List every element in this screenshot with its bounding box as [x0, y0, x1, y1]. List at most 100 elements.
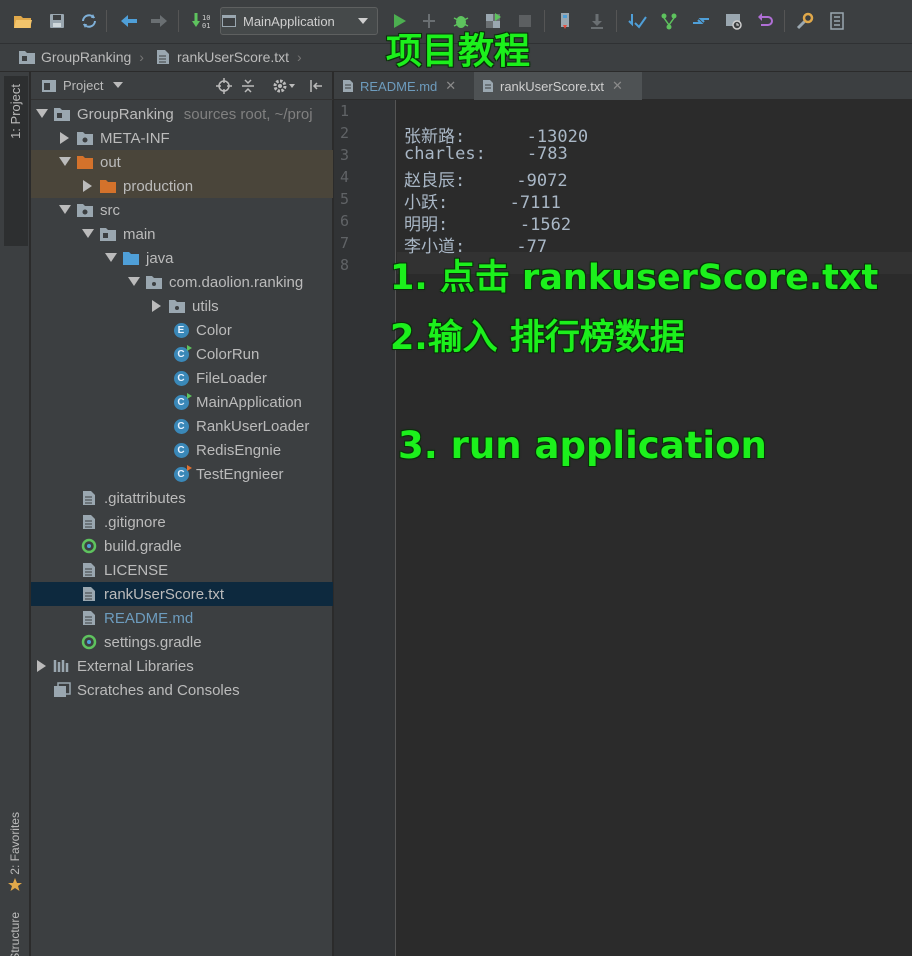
- tree-node-file[interactable]: LICENSE: [31, 558, 333, 582]
- tree-node-meta-inf[interactable]: META-INF: [31, 126, 333, 150]
- tree-node-utils[interactable]: utils: [31, 294, 333, 318]
- tree-node-label: META-INF: [100, 129, 170, 147]
- close-icon[interactable]: ✕: [612, 78, 623, 94]
- vcs-commit-icon[interactable]: [656, 8, 682, 34]
- scratches-icon: [53, 682, 71, 698]
- open-icon[interactable]: [10, 8, 36, 34]
- tree-node-label: Scratches and Consoles: [77, 681, 240, 699]
- tree-node-file-selected[interactable]: rankUserScore.txt: [31, 582, 333, 606]
- text-file-icon: [483, 80, 493, 92]
- build-icon[interactable]: 10 01: [188, 8, 214, 34]
- history-icon[interactable]: [720, 8, 746, 34]
- collapsed-arrow-icon: [35, 659, 49, 673]
- vcs-push-icon[interactable]: [688, 8, 714, 34]
- tree-node-class[interactable]: C TestEngnieer: [31, 462, 333, 486]
- structure-tool-tab-label: Structure: [8, 912, 22, 956]
- tutorial-step-3: 3. run application: [398, 424, 767, 467]
- forward-icon[interactable]: [146, 8, 172, 34]
- tree-node-label: LICENSE: [104, 561, 169, 579]
- collapse-all-icon[interactable]: [239, 77, 257, 95]
- run-configuration-select[interactable]: MainApplication: [220, 7, 378, 35]
- revert-icon[interactable]: [752, 8, 778, 34]
- favorites-tool-tab-label: 2: Favorites: [8, 812, 22, 875]
- download-icon[interactable]: [584, 8, 610, 34]
- tree-node-class[interactable]: C MainApplication: [31, 390, 333, 414]
- structure-icon[interactable]: [824, 8, 850, 34]
- line-number: 6: [340, 212, 350, 230]
- tab-label: rankUserScore.txt: [500, 78, 605, 94]
- tree-node-file[interactable]: build.gradle: [31, 534, 333, 558]
- line-number: 1: [340, 102, 350, 120]
- breadcrumb-file[interactable]: rankUserScore.txt ›: [156, 49, 302, 65]
- structure-tool-tab[interactable]: Structure: [0, 912, 30, 956]
- tree-node-class[interactable]: C RankUserLoader: [31, 414, 333, 438]
- text-file-icon: [80, 490, 98, 506]
- settings-icon[interactable]: [792, 8, 818, 34]
- svg-text:01: 01: [202, 22, 210, 30]
- tree-node-java[interactable]: java: [31, 246, 333, 270]
- project-tool-tab[interactable]: 1: Project: [4, 76, 28, 246]
- project-view-icon: [42, 79, 56, 92]
- tree-node-class[interactable]: C ColorRun: [31, 342, 333, 366]
- tab-readme[interactable]: README.md ✕: [334, 72, 472, 100]
- hide-panel-icon[interactable]: [307, 77, 325, 95]
- tree-node-file[interactable]: settings.gradle: [31, 630, 333, 654]
- folder-icon: [76, 130, 94, 146]
- locate-icon[interactable]: [215, 77, 233, 95]
- expanded-arrow-icon: [58, 155, 72, 169]
- close-icon[interactable]: ✕: [445, 78, 456, 94]
- editor-tab-bar: README.md ✕ rankUserScore.txt ✕: [334, 72, 912, 100]
- expanded-arrow-icon: [81, 227, 95, 241]
- runnable-class-icon: C: [172, 344, 192, 362]
- text-file-icon: [80, 514, 98, 530]
- tree-node-file[interactable]: .gitattributes: [31, 486, 333, 510]
- tree-node-scratches[interactable]: Scratches and Consoles: [31, 678, 333, 702]
- tree-node-label: MainApplication: [196, 393, 302, 411]
- tab-rankuserscore[interactable]: rankUserScore.txt ✕: [474, 72, 642, 100]
- tree-node-class[interactable]: C FileLoader: [31, 366, 333, 390]
- tree-node-file[interactable]: README.md: [31, 606, 333, 630]
- breadcrumb-separator-icon: ›: [139, 49, 144, 65]
- text-editor[interactable]: 张新路: -13020 charles: -783 赵良辰: -9072 小跃:…: [397, 100, 912, 956]
- gradle-file-icon: [80, 538, 98, 554]
- tutorial-step-1: 1. 点击 rankuserScore.txt: [390, 258, 879, 298]
- tree-node-out[interactable]: out: [31, 150, 333, 174]
- back-icon[interactable]: [116, 8, 142, 34]
- tree-node-main[interactable]: main: [31, 222, 333, 246]
- sync-icon[interactable]: [76, 8, 102, 34]
- collapsed-arrow-icon: [81, 179, 95, 193]
- project-tool-window: Project GroupRanking sources root, ~/pro…: [31, 72, 333, 956]
- line-number: 5: [340, 190, 350, 208]
- tree-node-package[interactable]: com.daolion.ranking: [31, 270, 333, 294]
- tree-node-label: java: [146, 249, 174, 267]
- project-view-select[interactable]: Project: [41, 78, 124, 93]
- breadcrumb-project[interactable]: GroupRanking ›: [18, 49, 144, 65]
- breadcrumb-file-label: rankUserScore.txt: [177, 49, 290, 65]
- favorites-tool-tab[interactable]: 2: Favorites: [0, 792, 30, 902]
- tree-node-src[interactable]: src: [31, 198, 333, 222]
- text-file-icon: [80, 562, 98, 578]
- tree-node-class[interactable]: C RedisEngnie: [31, 438, 333, 462]
- left-tool-strip: 1: Project 2: Favorites Structure: [0, 72, 30, 956]
- tree-node-label: build.gradle: [104, 537, 182, 555]
- attach-icon[interactable]: [552, 8, 578, 34]
- tree-node-production[interactable]: production: [31, 174, 333, 198]
- vcs-update-icon[interactable]: [624, 8, 650, 34]
- tree-node-label: .gitattributes: [104, 489, 186, 507]
- tree-node-file[interactable]: .gitignore: [31, 510, 333, 534]
- chevron-down-icon: [357, 12, 369, 30]
- project-view-label: Project: [63, 78, 104, 93]
- gradle-file-icon: [80, 634, 98, 650]
- excluded-folder-icon: [76, 154, 94, 170]
- tree-node-label: .gitignore: [104, 513, 166, 531]
- test-class-icon: C: [172, 464, 192, 482]
- tree-node-class[interactable]: E Color: [31, 318, 333, 342]
- tree-node-project-root[interactable]: GroupRanking sources root, ~/proj: [31, 102, 333, 126]
- package-icon: [168, 298, 186, 314]
- gear-icon[interactable]: [271, 77, 297, 95]
- runnable-class-icon: C: [172, 392, 192, 410]
- tutorial-title: 项目教程: [386, 31, 531, 72]
- save-icon[interactable]: [44, 8, 70, 34]
- project-folder-icon: [19, 51, 35, 64]
- tree-node-external-libraries[interactable]: External Libraries: [31, 654, 333, 678]
